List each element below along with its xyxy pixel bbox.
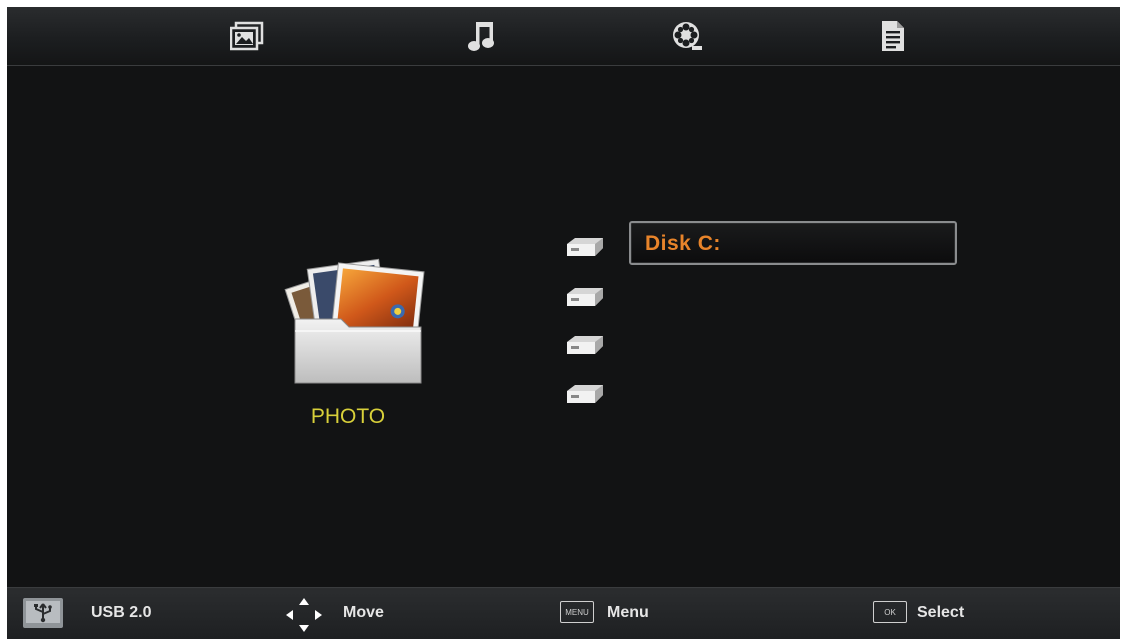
photo-icon xyxy=(230,21,264,51)
drive-icon[interactable] xyxy=(563,383,607,405)
music-note-icon xyxy=(468,22,494,51)
usb-label: USB 2.0 xyxy=(91,604,152,621)
usb-icon xyxy=(23,598,63,628)
tab-movie[interactable] xyxy=(667,17,707,55)
media-player-screen: PHOTO Disk C: USB 2.0 Move MENU Menu OK … xyxy=(7,7,1120,639)
drive-icon[interactable] xyxy=(563,334,607,356)
drive-item-disk-c[interactable]: Disk C: xyxy=(629,221,957,265)
photo-folder-icon xyxy=(284,258,425,384)
tab-music[interactable] xyxy=(462,17,502,55)
menu-label: Menu xyxy=(607,604,649,621)
select-label: Select xyxy=(917,604,965,621)
category-label: PHOTO xyxy=(310,405,386,428)
dpad-arrows-icon xyxy=(286,598,322,632)
footer-bar: USB 2.0 Move MENU Menu OK Select xyxy=(7,587,1120,639)
ok-key-icon: OK xyxy=(873,601,907,623)
drive-label: Disk C: xyxy=(645,232,721,255)
drive-icon[interactable] xyxy=(563,286,607,308)
document-icon xyxy=(882,21,904,51)
tab-text[interactable] xyxy=(873,17,913,55)
move-label: Move xyxy=(343,604,384,621)
tab-photo[interactable] xyxy=(227,17,267,55)
drive-icon[interactable] xyxy=(563,236,607,258)
film-reel-icon xyxy=(673,22,702,50)
media-type-tabs xyxy=(7,7,1120,66)
menu-key-icon: MENU xyxy=(560,601,594,623)
